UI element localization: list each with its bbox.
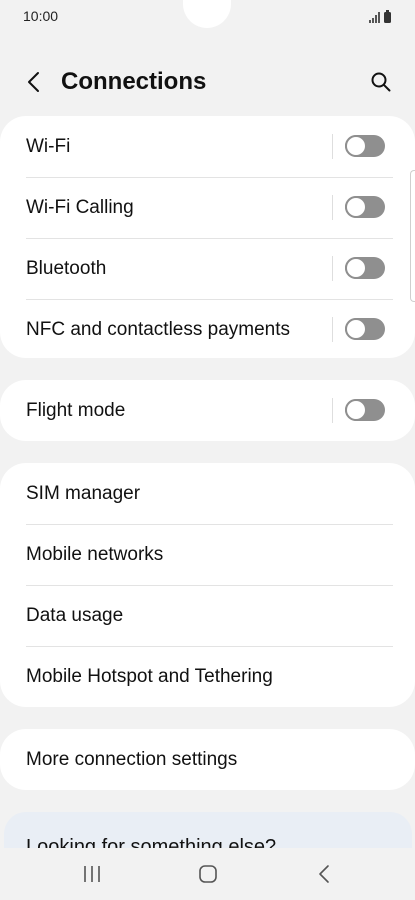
data-usage-row[interactable]: Data usage [0,585,415,646]
status-bar: 10:00 [0,0,415,34]
bluetooth-row[interactable]: Bluetooth [0,238,415,299]
sim-manager-label: SIM manager [26,482,141,504]
wifi-calling-row[interactable]: Wi-Fi Calling [0,177,415,238]
more-settings-card: More connection settings [0,729,415,790]
signal-icon [369,12,380,23]
status-time: 10:00 [23,8,59,24]
flight-mode-toggle[interactable] [345,399,385,421]
flight-mode-label: Flight mode [26,399,126,421]
connections-screen: 10:00 Connections Wi-Fi Wi-Fi Calling Bl… [0,0,415,900]
toggle-knob [345,399,367,421]
scrollbar[interactable] [410,170,415,302]
row-divider [332,317,333,342]
nfc-label: NFC and contactless payments [26,318,291,340]
wifi-calling-toggle[interactable] [345,196,385,218]
status-icons [369,9,391,23]
flight-mode-row[interactable]: Flight mode [0,380,415,441]
wifi-label: Wi-Fi [26,135,71,157]
search-icon [371,72,391,92]
hotspot-label: Mobile Hotspot and Tethering [26,665,273,687]
back-button[interactable] [18,66,50,98]
search-button[interactable] [365,66,397,98]
wifi-row[interactable]: Wi-Fi [0,116,415,177]
network-card: SIM manager Mobile networks Data usage M… [0,463,415,707]
radios-card: Wi-Fi Wi-Fi Calling Bluetooth NFC and co… [0,116,415,358]
more-connection-settings-row[interactable]: More connection settings [0,729,415,790]
mobile-networks-label: Mobile networks [26,543,164,565]
app-bar: Connections [0,50,415,114]
nfc-row[interactable]: NFC and contactless payments [0,299,415,358]
mobile-networks-row[interactable]: Mobile networks [0,524,415,585]
toggle-knob [345,318,367,340]
data-usage-label: Data usage [26,604,124,626]
hotspot-row[interactable]: Mobile Hotspot and Tethering [0,646,415,707]
battery-icon [384,10,391,23]
home-button[interactable] [188,858,228,890]
nav-back-button[interactable] [304,858,344,890]
camera-notch [183,0,231,28]
toggle-knob [345,196,367,218]
back-icon [319,865,329,883]
wifi-calling-label: Wi-Fi Calling [26,196,134,218]
toggle-knob [345,257,367,279]
bluetooth-toggle[interactable] [345,257,385,279]
nfc-toggle[interactable] [345,318,385,340]
recents-button[interactable] [72,858,112,890]
home-icon [199,865,217,883]
row-divider [332,134,333,159]
toggle-knob [345,135,367,157]
wifi-toggle[interactable] [345,135,385,157]
sim-manager-row[interactable]: SIM manager [0,463,415,524]
row-divider [332,195,333,220]
chevron-left-icon [28,72,39,92]
recents-icon [84,866,100,882]
more-connection-settings-label: More connection settings [26,748,238,770]
row-divider [332,398,333,423]
navigation-bar [0,848,415,900]
row-divider [332,256,333,281]
bluetooth-label: Bluetooth [26,257,107,279]
flight-mode-card: Flight mode [0,380,415,441]
page-title: Connections [61,68,207,95]
